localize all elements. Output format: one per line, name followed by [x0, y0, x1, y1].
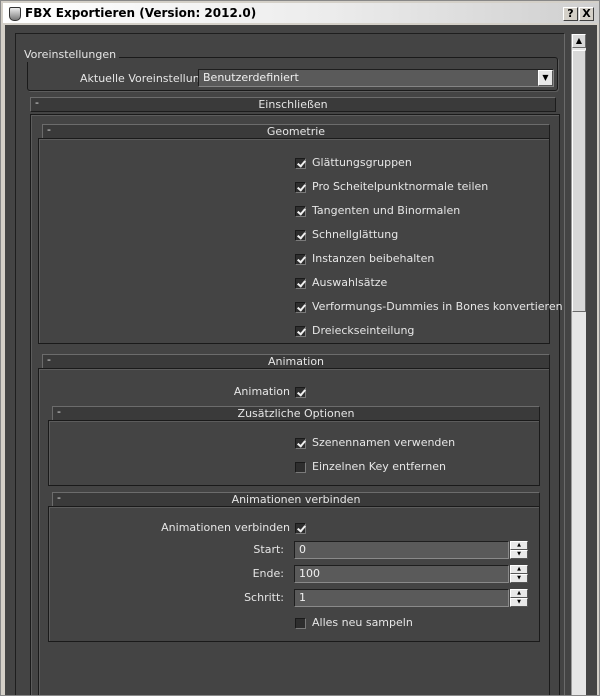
rollout-panel: Voreinstellungen Aktuelle Voreinstellung…: [15, 33, 565, 695]
geometry-option-checkbox[interactable]: [295, 158, 306, 169]
rollout-animation-title: Animation: [267, 355, 325, 368]
rollout-geometry-header[interactable]: - Geometrie: [42, 123, 550, 139]
geometry-option-checkbox[interactable]: [295, 182, 306, 193]
geometry-option-checkbox[interactable]: [295, 230, 306, 241]
resample-all-checkbox[interactable]: [295, 618, 306, 629]
geometry-option-label: Dreieckseinteilung: [312, 324, 415, 337]
app-icon: [9, 7, 21, 21]
window-title: FBX Exportieren (Version: 2012.0): [25, 6, 257, 20]
scroll-up-icon[interactable]: ▲: [572, 34, 586, 48]
dialog-client-area: Voreinstellungen Aktuelle Voreinstellung…: [5, 25, 597, 695]
start-label: Start:: [253, 543, 284, 556]
spinner-down-icon[interactable]: ▼: [510, 598, 528, 607]
chevron-down-icon[interactable]: ▼: [538, 70, 553, 86]
geometry-option-label: Instanzen beibehalten: [312, 252, 435, 265]
geometry-option-label: Pro Scheitelpunktnormale teilen: [312, 180, 489, 193]
rollout-include-title: Einschließen: [258, 98, 328, 111]
geometry-option-label: Glättungsgruppen: [312, 156, 412, 169]
remove-single-key-checkbox[interactable]: [295, 462, 306, 473]
close-button[interactable]: X: [579, 7, 594, 21]
end-value: 100: [299, 567, 320, 580]
resample-all-label: Alles neu sampeln: [312, 616, 413, 629]
vertical-scrollbar[interactable]: ▲: [571, 34, 586, 695]
preset-dropdown-value: Benutzerdefiniert: [203, 71, 299, 84]
spinner-up-icon[interactable]: ▲: [510, 541, 528, 550]
rollout-bake-animation-header[interactable]: - Animationen verbinden: [52, 491, 540, 507]
geometry-option-label: Tangenten und Binormalen: [312, 204, 461, 217]
preset-dropdown[interactable]: Benutzerdefiniert ▼: [198, 69, 554, 87]
presets-group-label: Voreinstellungen: [21, 48, 120, 62]
bake-animation-label: Animationen verbinden: [161, 521, 290, 534]
end-input[interactable]: 100: [294, 565, 509, 583]
bake-animation-checkbox[interactable]: [295, 523, 306, 534]
use-scene-name-label: Szenennamen verwenden: [312, 436, 456, 449]
rollout-include-header[interactable]: - Einschließen: [30, 96, 556, 112]
geometry-option-label: Verformungs-Dummies in Bones konvertiere…: [312, 300, 563, 313]
rollout-bake-animation-title: Animationen verbinden: [231, 493, 361, 506]
start-spinner[interactable]: ▲ ▼: [510, 541, 528, 559]
use-scene-name-checkbox[interactable]: [295, 438, 306, 449]
spinner-up-icon[interactable]: ▲: [510, 589, 528, 598]
title-bar[interactable]: FBX Exportieren (Version: 2012.0) ? X: [3, 3, 599, 23]
end-label: Ende:: [252, 567, 284, 580]
geometry-option-label: Auswahlsätze: [312, 276, 388, 289]
rollout-extra-options-header[interactable]: - Zusätzliche Optionen: [52, 405, 540, 421]
spinner-down-icon[interactable]: ▼: [510, 574, 528, 583]
fbx-export-dialog: FBX Exportieren (Version: 2012.0) ? X Vo…: [0, 0, 600, 696]
geometry-option-checkbox[interactable]: [295, 278, 306, 289]
help-button[interactable]: ?: [563, 7, 578, 21]
animation-checkbox[interactable]: [295, 387, 306, 398]
geometry-option-label: Schnellglättung: [312, 228, 399, 241]
current-preset-label: Aktuelle Voreinstellung:: [80, 72, 211, 85]
start-value: 0: [299, 543, 306, 556]
geometry-option-checkbox[interactable]: [295, 254, 306, 265]
scrollbar-thumb[interactable]: [572, 50, 586, 312]
step-spinner[interactable]: ▲ ▼: [510, 589, 528, 607]
animation-toggle-label: Animation: [233, 385, 290, 398]
start-input[interactable]: 0: [294, 541, 509, 559]
step-label: Schritt:: [244, 591, 284, 604]
remove-single-key-label: Einzelnen Key entfernen: [312, 460, 446, 473]
geometry-option-checkbox[interactable]: [295, 302, 306, 313]
step-input[interactable]: 1: [294, 589, 509, 607]
geometry-option-checkbox[interactable]: [295, 326, 306, 337]
spinner-down-icon[interactable]: ▼: [510, 550, 528, 559]
end-spinner[interactable]: ▲ ▼: [510, 565, 528, 583]
geometry-option-checkbox[interactable]: [295, 206, 306, 217]
rollout-extra-options-body: [48, 420, 540, 486]
rollout-extra-options-title: Zusätzliche Optionen: [237, 407, 355, 420]
step-value: 1: [299, 591, 306, 604]
spinner-up-icon[interactable]: ▲: [510, 565, 528, 574]
rollout-geometry-title: Geometrie: [266, 125, 326, 138]
rollout-animation-header[interactable]: - Animation: [42, 353, 550, 369]
